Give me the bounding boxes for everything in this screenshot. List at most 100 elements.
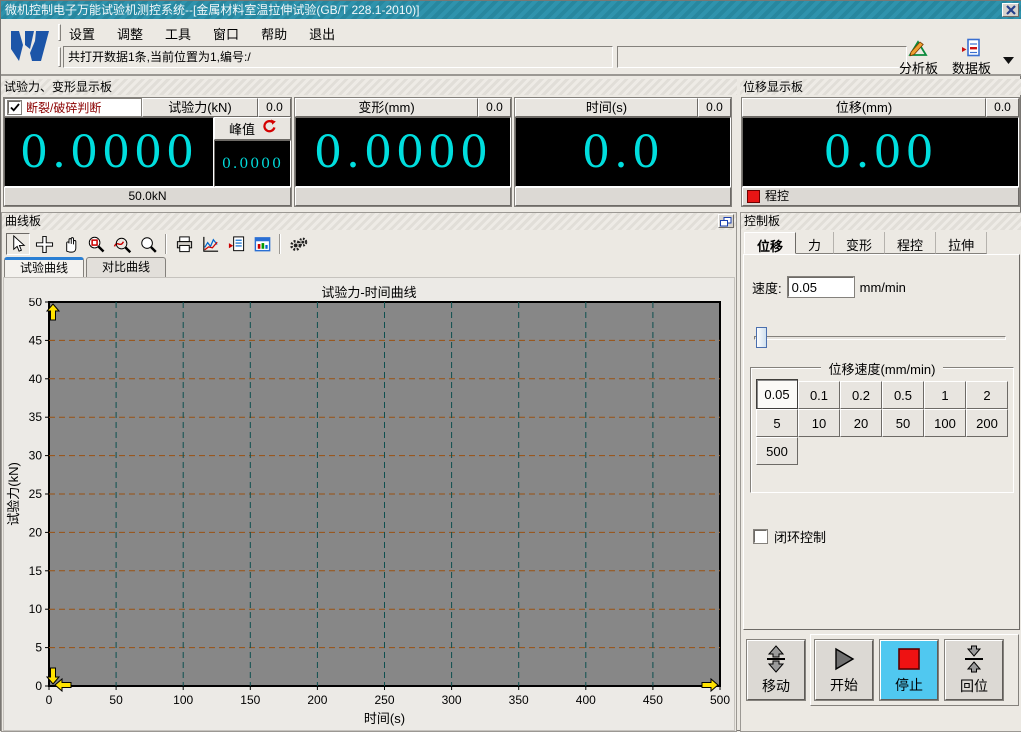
move-button[interactable]: 移动: [746, 639, 806, 701]
analysis-board-button[interactable]: 分析板: [897, 37, 940, 78]
peak-header: 峰值: [214, 117, 291, 140]
home-button[interactable]: 回位: [944, 639, 1004, 701]
program-mode-label: 程控: [765, 189, 790, 203]
speed-preset-0.5[interactable]: 0.5: [882, 381, 924, 409]
zoom-box-icon[interactable]: [84, 233, 108, 255]
control-tab-力[interactable]: 力: [796, 232, 835, 254]
force-time-chart[interactable]: 051015202530354045500 50 100 150 200 250 300 35…: [4, 298, 734, 728]
control-tab-程控[interactable]: 程控: [885, 232, 937, 254]
quick-actions: 分析板 数据板: [897, 37, 1014, 78]
svg-text:时间(s): 时间(s): [364, 711, 405, 726]
svg-text:300: 300: [442, 693, 462, 707]
displacement-display-section: 位移显示板 位移(mm) 0.0 0.00 程控: [740, 79, 1021, 209]
curve-toolbar: [6, 232, 310, 256]
control-tab-位移[interactable]: 位移: [744, 232, 797, 254]
break-detect-option[interactable]: 断裂/破碎判断: [4, 98, 142, 117]
analysis-board-label: 分析板: [898, 61, 938, 76]
speed-preset-500[interactable]: 500: [756, 437, 798, 465]
force-display-section: 试验力、变形显示板 断裂/破碎判断 试验力(kN) 0.0 0.0000 峰值: [1, 79, 737, 209]
force-panel: 断裂/破碎判断 试验力(kN) 0.0 0.0000 峰值 0.0000 50.…: [3, 97, 292, 207]
control-panel-titlebar: 控制板: [741, 213, 1021, 230]
deform-strip: [295, 187, 511, 206]
svg-text:450: 450: [643, 693, 663, 707]
move-icon[interactable]: [32, 233, 56, 255]
restore-window-icon[interactable]: [718, 214, 734, 228]
svg-text:500: 500: [710, 693, 730, 707]
stop-button[interactable]: 停止: [879, 639, 939, 701]
force-header: 试验力(kN): [142, 98, 258, 117]
peak-reset-icon[interactable]: [261, 118, 276, 139]
data-board-label: 数据板: [951, 61, 991, 76]
data-board-button[interactable]: 数据板: [950, 37, 993, 78]
speed-preset-0.05[interactable]: 0.05: [756, 379, 798, 409]
speed-presets-group: 位移速度(mm/min) 0.05 0.1 0.2 0.5 1 2 5 10 20 50 100 20…: [750, 362, 1014, 493]
speed-preset-50[interactable]: 50: [882, 409, 924, 437]
speed-preset-0.2[interactable]: 0.2: [840, 381, 882, 409]
menu-item-退出[interactable]: 退出: [305, 23, 339, 44]
menu-item-帮助[interactable]: 帮助: [257, 23, 291, 44]
time-value-display: 0.0: [515, 117, 731, 187]
menu-item-窗口[interactable]: 窗口: [209, 23, 243, 44]
control-tabs: 位移力变形 程控 拉伸: [744, 232, 988, 254]
deform-panel: 变形(mm) 0.0 0.0000: [294, 97, 512, 207]
speed-preset-200[interactable]: 200: [966, 409, 1008, 437]
closed-loop-option[interactable]: 闭环控制: [753, 527, 827, 546]
speed-input[interactable]: [786, 276, 855, 298]
move-button-label: 移动: [762, 678, 790, 694]
control-panel: 控制板 位移力变形程控拉伸 速度: mm/min 位移速度(mm/min) 0.…: [740, 212, 1021, 732]
svg-text:150: 150: [240, 693, 260, 707]
time-strip: [515, 187, 731, 206]
closed-loop-checkbox[interactable]: [753, 529, 768, 544]
break-detect-checkbox[interactable]: [7, 100, 22, 115]
gears-icon[interactable]: [286, 233, 310, 255]
menu-item-调整[interactable]: 调整: [113, 23, 147, 44]
menu-item-工具[interactable]: 工具: [161, 23, 195, 44]
displacement-rate: 0.0: [986, 98, 1019, 117]
curve-tab-对比曲线[interactable]: 对比曲线: [86, 257, 166, 277]
data-window-icon[interactable]: [250, 233, 274, 255]
zoom-curve-icon[interactable]: [110, 233, 134, 255]
speed-preset-20[interactable]: 20: [840, 409, 882, 437]
menu-item-设置[interactable]: 设置: [65, 23, 99, 44]
print-icon[interactable]: [172, 233, 196, 255]
svg-text:0: 0: [46, 693, 53, 707]
speed-preset-2[interactable]: 2: [966, 381, 1008, 409]
program-mode-indicator-icon: [747, 190, 760, 203]
force-section-title: 试验力、变形显示板: [1, 79, 737, 95]
start-button[interactable]: 开始: [814, 639, 874, 701]
displacement-section-title: 位移显示板: [740, 79, 1021, 95]
speed-label: 速度:: [752, 280, 782, 296]
app-window: 微机控制电子万能试验机测控系统--[金属材料室温拉伸试验(GB/T 228.1-…: [0, 0, 1021, 732]
curve-tab-试验曲线[interactable]: 试验曲线: [4, 257, 84, 277]
svg-text:15: 15: [29, 564, 43, 578]
svg-text:25: 25: [29, 487, 43, 501]
cursor-icon[interactable]: [6, 233, 30, 255]
svg-text:10: 10: [29, 602, 43, 616]
header-area: 设置 调整 工具 窗口 帮助 退出 共打开数据1条,当前位置为1,编号:/ 分析板: [1, 19, 1021, 76]
chart-area: 试验力-时间曲线 0 5 10 15 20 25 30 35 40 45 50 0 50 100 150 20…: [3, 277, 735, 731]
close-icon[interactable]: [1002, 3, 1019, 17]
force-range-label: 50.0kN: [4, 187, 291, 206]
speed-preset-5[interactable]: 5: [756, 409, 798, 437]
speed-slider[interactable]: [754, 327, 1006, 349]
speed-preset-1[interactable]: 1: [924, 381, 966, 409]
control-tab-变形[interactable]: 变形: [834, 232, 886, 254]
svg-text:试验力(kN): 试验力(kN): [6, 462, 21, 526]
svg-text:250: 250: [374, 693, 394, 707]
app-logo-icon: [7, 27, 53, 69]
svg-text:5: 5: [35, 641, 42, 655]
speed-slider-thumb[interactable]: [756, 327, 767, 348]
closed-loop-label: 闭环控制: [774, 530, 827, 545]
svg-text:100: 100: [173, 693, 193, 707]
time-rate: 0.0: [698, 98, 731, 117]
control-tab-拉伸[interactable]: 拉伸: [936, 232, 988, 254]
speed-preset-0.1[interactable]: 0.1: [798, 381, 840, 409]
speed-preset-10[interactable]: 10: [798, 409, 840, 437]
curve-chart-icon[interactable]: [198, 233, 222, 255]
hand-icon[interactable]: [58, 233, 82, 255]
report-icon[interactable]: [224, 233, 248, 255]
zoom-out-icon[interactable]: [136, 233, 160, 255]
speed-preset-100[interactable]: 100: [924, 409, 966, 437]
chevron-down-icon[interactable]: [1003, 51, 1014, 69]
speed-slider-track[interactable]: [754, 336, 1006, 340]
